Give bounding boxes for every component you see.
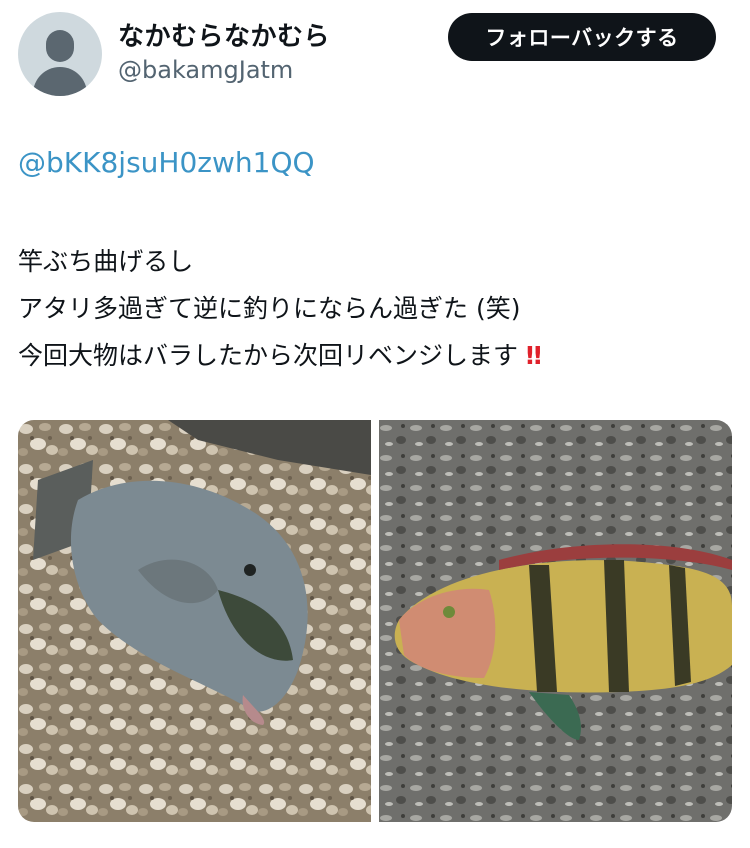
tweet-line-3: 今回大物はバラしたから次回リベンジします ‼	[18, 332, 542, 379]
tweet-line-1: 竿ぶち曲げるし	[18, 247, 194, 276]
avatar[interactable]	[18, 12, 102, 96]
photo-wrasse[interactable]	[379, 420, 732, 822]
tweet-line-2: アタリ多過ぎて逆に釣りにならん過ぎた (笑)	[18, 294, 521, 323]
mention-link[interactable]: @bKK8jsuH0zwh1QQ	[18, 146, 315, 179]
default-avatar-icon	[46, 30, 74, 62]
media-grid	[18, 420, 732, 822]
follow-back-button[interactable]: フォローバックする	[448, 13, 716, 61]
display-name[interactable]: なかむらなかむら	[118, 16, 330, 53]
double-exclamation-icon: ‼	[525, 341, 542, 370]
tweet-line-3-text: 今回大物はバラしたから次回リベンジします	[18, 341, 519, 370]
tweet-text: 竿ぶち曲げるし アタリ多過ぎて逆に釣りにならん過ぎた (笑) 今回大物はバラした…	[18, 238, 542, 379]
default-avatar-shoulders	[33, 67, 87, 96]
photo-triggerfish[interactable]	[18, 420, 371, 822]
user-handle[interactable]: @bakamgJatm	[118, 56, 293, 84]
